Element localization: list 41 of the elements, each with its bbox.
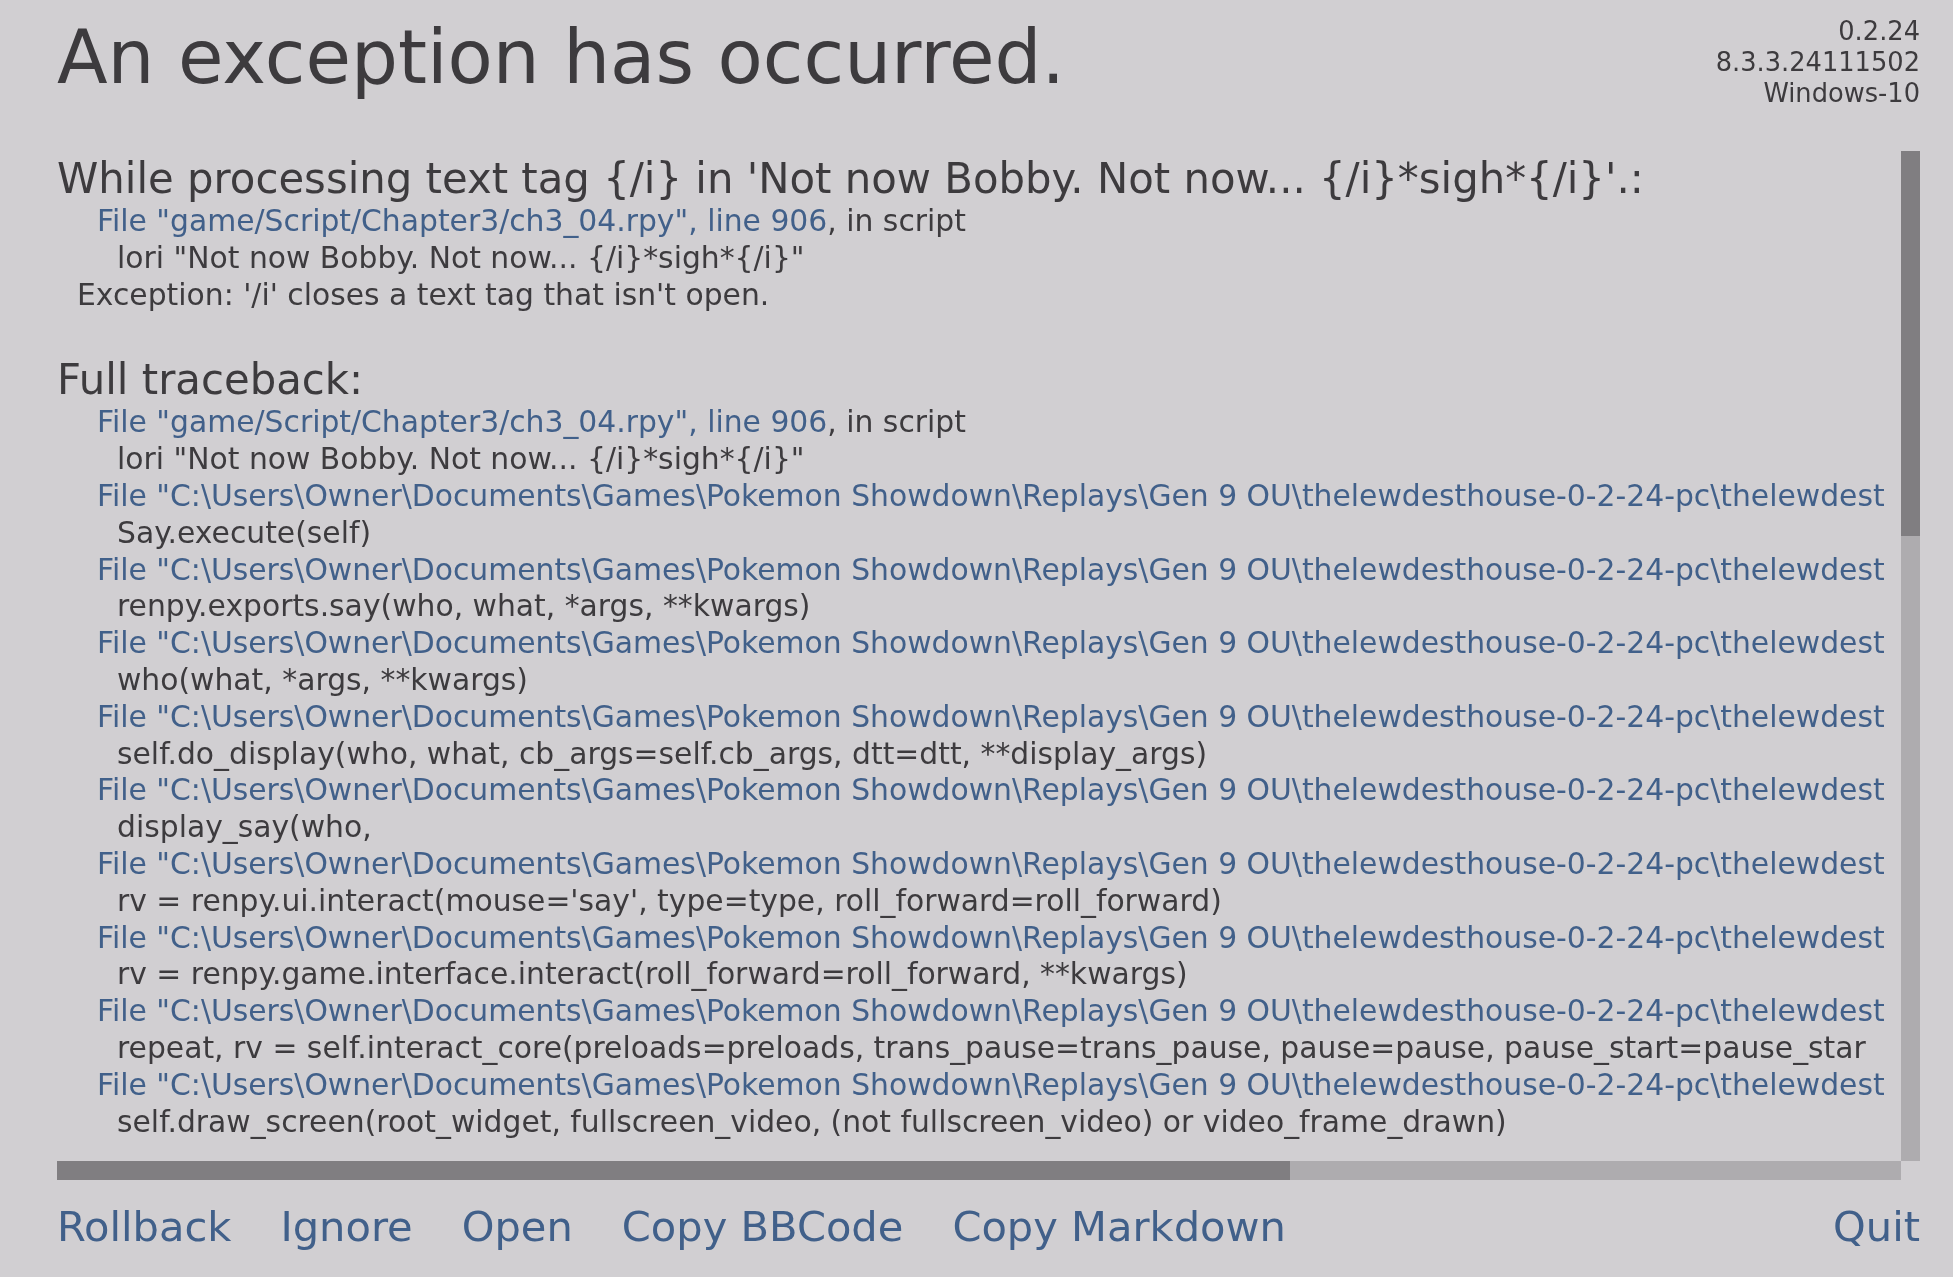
scrollbar-thumb[interactable] (57, 1161, 1290, 1180)
file-link[interactable]: File "C:\Users\Owner\Documents\Games\Pokemon Showdown\Replays\Gen 9 OU\thelewdesthouse-0-2-24-pc\thelewdest (97, 551, 1885, 589)
file-link[interactable]: File "C:\Users\Owner\Documents\Games\Pokemon Showdown\Replays\Gen 9 OU\thelewdesthouse-0-2-24-pc\thelewdest (97, 772, 1885, 810)
action-link[interactable]: Rollback (57, 1202, 232, 1251)
version-text: 8.3.3.24111502 (1715, 47, 1920, 78)
traceback-text: , in script (827, 203, 966, 240)
file-link[interactable]: File "C:\Users\Owner\Documents\Games\Pokemon Showdown\Replays\Gen 9 OU\thelewdesthouse-0-2-24-pc\thelewdest (97, 698, 1885, 736)
code-line: who(what, *args, **kwargs) (117, 661, 528, 699)
file-link[interactable]: File "C:\Users\Owner\Documents\Games\Pokemon Showdown\Replays\Gen 9 OU\thelewdesthouse-0-2-24-pc\thelewdest (97, 1066, 1885, 1104)
code-line: rv = renpy.game.interface.interact(roll_forward=roll_forward, **kwargs) (117, 956, 1188, 994)
code-line: Say.execute(self) (117, 514, 372, 552)
scrollbar-thumb[interactable] (1901, 151, 1920, 536)
exception-message: Exception: '/i' closes a text tag that isn't open. (77, 276, 770, 314)
action-link[interactable]: Ignore (280, 1202, 413, 1251)
action-link[interactable]: Copy Markdown (952, 1202, 1286, 1251)
code-line: repeat, rv = self.interact_core(preloads=preloads, trans_pause=trans_pause, pause=pause, pause_start=pause_star (117, 1029, 1866, 1067)
file-link[interactable]: File "C:\Users\Owner\Documents\Games\Pokemon Showdown\Replays\Gen 9 OU\thelewdesthouse-0-2-24-pc\thelewdest (97, 993, 1885, 1030)
code-line: renpy.exports.say(who, what, *args, **kwargs) (117, 588, 811, 626)
page-title: An exception has occurred. (57, 13, 1066, 102)
version-text: Windows-10 (1763, 78, 1920, 109)
code-line: lori "Not now Bobby. Not now... {/i}*sigh*{/i}" (117, 441, 805, 478)
code-line: lori "Not now Bobby. Not now... {/i}*sigh*{/i}" (117, 239, 805, 277)
action-link[interactable]: Open (461, 1202, 573, 1251)
file-link[interactable]: File "C:\Users\Owner\Documents\Games\Pokemon Showdown\Replays\Gen 9 OU\thelewdesthouse-0-2-24-pc\thelewdest (97, 625, 1885, 662)
code-line: self.draw_screen(root_widget, fullscreen_video, (not fullscreen_video) or video_frame_drawn) (117, 1103, 1507, 1141)
file-link[interactable]: File "game/Script/Chapter3/ch3_04.rpy", line 906 (97, 203, 828, 240)
quit-link[interactable]: Quit (1833, 1202, 1920, 1251)
file-link[interactable]: File "C:\Users\Owner\Documents\Games\Pokemon Showdown\Replays\Gen 9 OU\thelewdesthouse-0-2-24-pc\thelewdest (97, 478, 1885, 515)
traceback-text: , in script (827, 404, 966, 442)
code-line: display_say(who, (117, 809, 372, 846)
traceback-heading: Full traceback: (57, 356, 365, 405)
exception-heading: While processing text tag {/i} in 'Not now Bobby. Not now... {/i}*sigh*{/i}'.: (57, 155, 1645, 203)
horizontal-scrollbar[interactable] (57, 1161, 1901, 1180)
file-link[interactable]: File "C:\Users\Owner\Documents\Games\Pokemon Showdown\Replays\Gen 9 OU\thelewdesthouse-0-2-24-pc\thelewdest (97, 845, 1885, 883)
version-text: 0.2.24 (1838, 16, 1920, 47)
code-line: self.do_display(who, what, cb_args=self.cb_args, dtt=dtt, **display_args) (117, 735, 1208, 773)
file-link[interactable]: File "game/Script/Chapter3/ch3_04.rpy", line 906 (97, 404, 828, 442)
vertical-scrollbar[interactable] (1901, 151, 1920, 1161)
action-link[interactable]: Copy BBCode (621, 1202, 904, 1251)
code-line: rv = renpy.ui.interact(mouse='say', type=type, roll_forward=roll_forward) (117, 882, 1222, 920)
file-link[interactable]: File "C:\Users\Owner\Documents\Games\Pokemon Showdown\Replays\Gen 9 OU\thelewdesthouse-0-2-24-pc\thelewdest (97, 919, 1885, 957)
